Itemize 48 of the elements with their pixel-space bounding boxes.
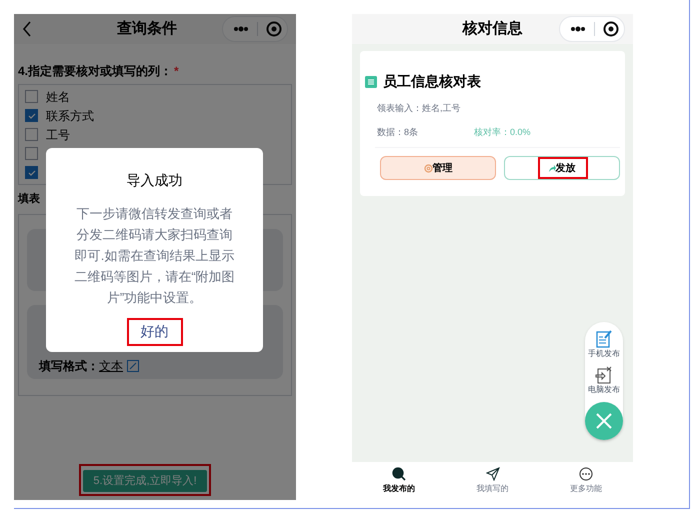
capsule-menu[interactable] bbox=[559, 16, 625, 42]
section-title: 4.指定需要核对或填写的列： bbox=[18, 63, 172, 80]
checkbox[interactable] bbox=[25, 166, 38, 179]
check-icon bbox=[28, 112, 36, 120]
column-label: 联系方式 bbox=[46, 108, 94, 124]
more-icon bbox=[233, 26, 249, 32]
back-icon[interactable] bbox=[22, 21, 32, 37]
input-info: 领表输入：姓名,工号 bbox=[377, 102, 462, 115]
checkbox[interactable] bbox=[25, 90, 38, 103]
dialog-title: 导入成功 bbox=[126, 171, 182, 190]
fill-label: 填表 bbox=[18, 192, 41, 207]
publish-button[interactable]: 发放 bbox=[504, 156, 620, 180]
close-icon bbox=[596, 413, 612, 429]
card-title: 员工信息核对表 bbox=[383, 72, 481, 91]
fab-item[interactable]: 手机发布 bbox=[588, 330, 620, 360]
checkbox[interactable] bbox=[25, 128, 38, 141]
format-link[interactable]: 文本 bbox=[99, 356, 123, 374]
fab-item[interactable]: 电脑发布 bbox=[588, 366, 620, 396]
search-icon bbox=[392, 467, 406, 481]
record-icon bbox=[266, 21, 282, 37]
column-label: 姓名 bbox=[46, 88, 70, 106]
more-icon bbox=[570, 26, 586, 32]
paper-plane-icon bbox=[486, 467, 500, 481]
page-title: 核对信息 bbox=[462, 18, 522, 39]
data-count: 数据：8条 bbox=[377, 126, 420, 138]
close-button[interactable] bbox=[585, 402, 623, 440]
edit-icon[interactable] bbox=[127, 360, 139, 372]
column-label: 工号 bbox=[46, 126, 70, 144]
dialog-message: 下一步请微信转发查询或者分发二维码请大家扫码查询即可.如需在查询结果上显示二维码等图片，请在“附加图片”功能中设置。 bbox=[73, 205, 236, 307]
annotation-frame bbox=[538, 157, 588, 179]
manage-button[interactable]: 管理 bbox=[380, 156, 496, 180]
document-edit-icon bbox=[596, 330, 612, 348]
required-mark: * bbox=[174, 63, 179, 80]
share-icon bbox=[548, 164, 556, 172]
more-icon bbox=[579, 467, 594, 481]
check-rate: 核对率：0.0% bbox=[474, 126, 531, 138]
tab[interactable]: 我发布的 bbox=[352, 462, 446, 500]
confirm-button[interactable]: 好的 bbox=[128, 320, 180, 342]
checkbox[interactable] bbox=[25, 109, 38, 122]
page-title: 查询条件 bbox=[117, 18, 177, 39]
import-icon bbox=[595, 366, 613, 384]
record-icon bbox=[603, 21, 619, 37]
field-label: 填写格式： bbox=[39, 358, 99, 374]
tab[interactable]: 更多功能 bbox=[539, 462, 633, 500]
check-icon bbox=[28, 168, 36, 176]
tab[interactable]: 我填写的 bbox=[446, 462, 540, 500]
list-icon bbox=[365, 76, 377, 88]
checkbox[interactable] bbox=[25, 147, 38, 160]
